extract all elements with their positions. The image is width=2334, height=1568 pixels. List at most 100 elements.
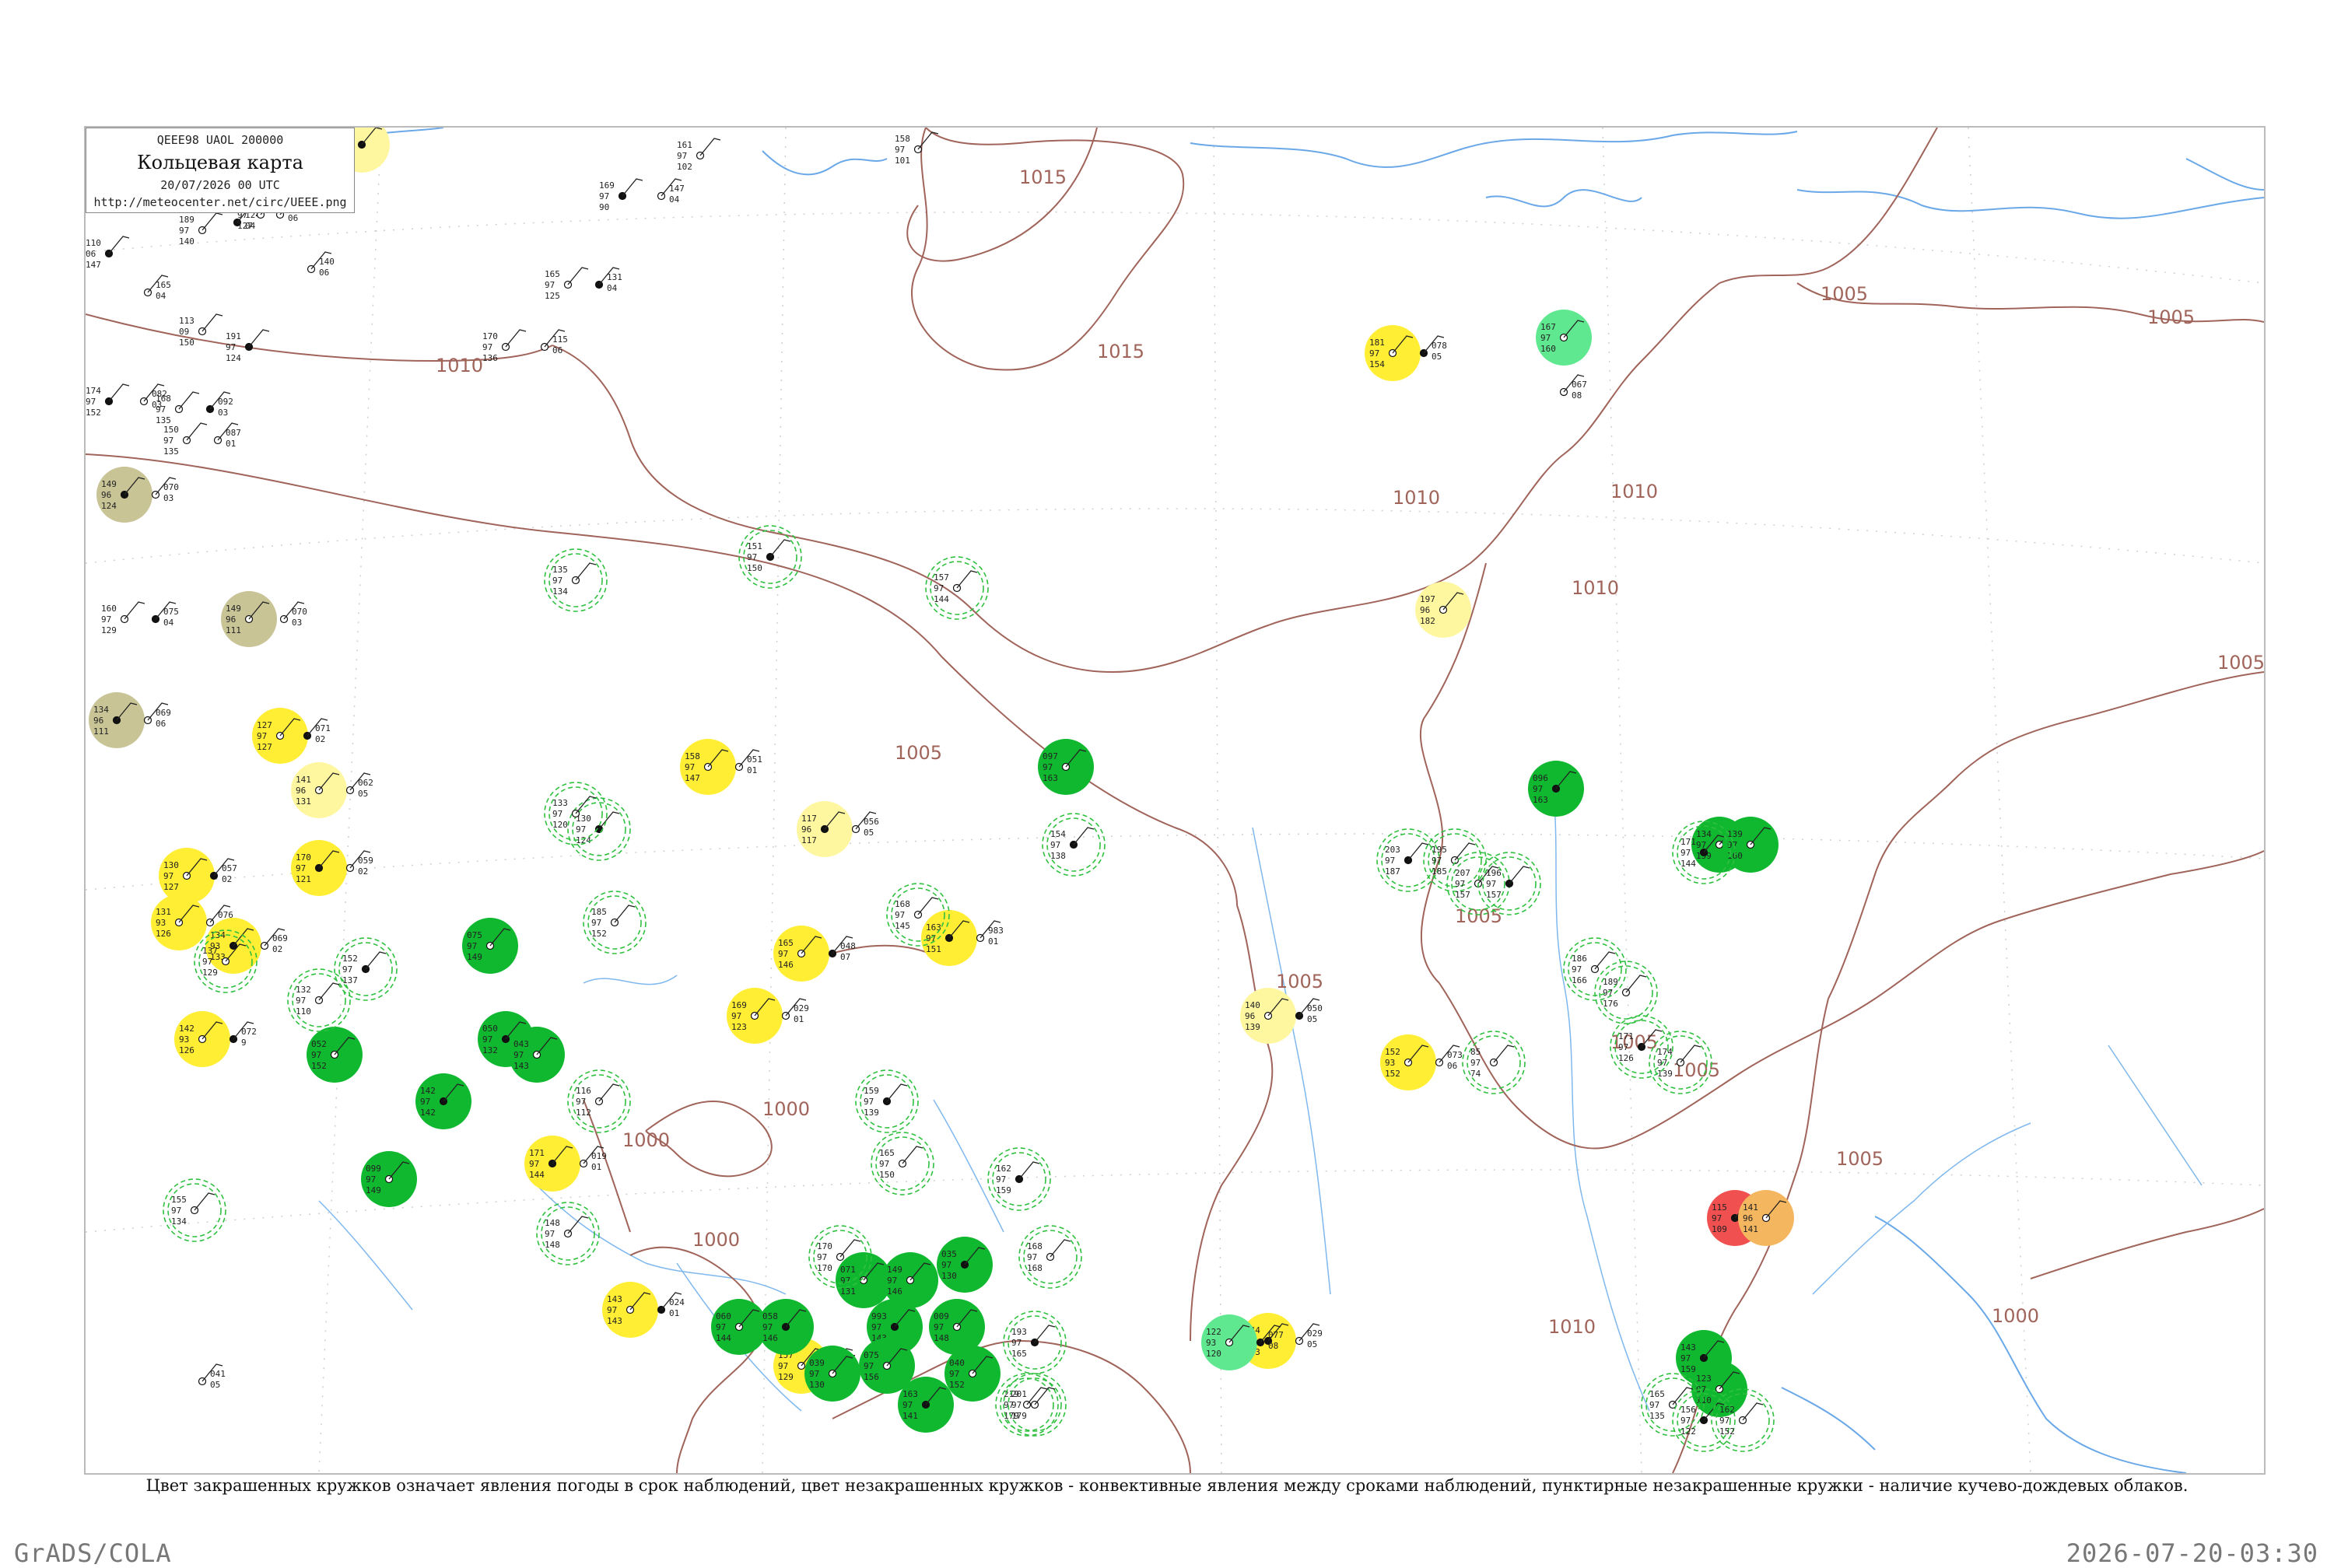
station-value: 01 [226, 439, 236, 449]
station-value: 170 [817, 1241, 832, 1251]
station-value: 03 [163, 493, 173, 503]
station-value: 01 [794, 1014, 804, 1024]
synoptic-map: 1015 1015 1010 1010 1010 1010 1005 1005 1005 1005… [86, 128, 2264, 1473]
station-value: 134 [1696, 829, 1712, 839]
station-plot: 05902 [345, 850, 373, 877]
station-value: 024 [669, 1297, 685, 1307]
station-value: 132 [296, 985, 311, 995]
station-value: 052 [311, 1039, 327, 1049]
station-value: 043 [513, 1039, 529, 1049]
station-value: 146 [778, 960, 794, 970]
station-plot-highlighted: 14196141 [1738, 1190, 1794, 1246]
station-value: 127 [163, 882, 179, 892]
station-value: 142 [420, 1086, 436, 1096]
station-value: 131 [296, 796, 311, 807]
station-plot-highlighted: 04097152 [944, 1346, 1001, 1402]
wind-barb-icon [248, 329, 270, 348]
station-value: 97 [599, 191, 609, 201]
station-value: 139 [864, 1108, 879, 1118]
station-value: 207 [1455, 868, 1470, 878]
station-value: 96 [226, 614, 236, 625]
station-value: 096 [1533, 773, 1548, 783]
station-value: 067 [1572, 380, 1587, 390]
station-plot: 06902 [260, 928, 288, 954]
station-value: 02 [358, 866, 368, 877]
station-value: 01 [988, 936, 998, 947]
station-value: 97 [1011, 1400, 1022, 1410]
wind-barb-icon [769, 539, 791, 558]
station-value: 029 [794, 1003, 809, 1013]
station-value: 97 [86, 397, 96, 407]
station-value: 142 [420, 1108, 436, 1118]
station-value: 97 [934, 1322, 944, 1332]
wind-barb-icon [108, 236, 130, 254]
station-value: 149 [887, 1265, 902, 1275]
station-value: 050 [482, 1024, 498, 1034]
station-value: 97 [677, 151, 687, 161]
station-plot: 08701 [213, 422, 241, 449]
station-value: 149 [467, 952, 482, 962]
station-value: 137 [342, 975, 358, 985]
station-value: 070 [163, 482, 179, 492]
isobar-label: 1005 [1821, 283, 1868, 305]
station-plot-highlighted: 13193126 [151, 894, 207, 950]
station-value: 85 [1470, 1047, 1481, 1057]
station-value: 099 [366, 1164, 381, 1174]
station-value: 133 [552, 798, 568, 808]
isobar-label: 1005 [1455, 905, 1502, 927]
station-value: 97 [576, 824, 586, 835]
station-value: 06 [552, 345, 562, 355]
station-plot: 05101 [734, 749, 762, 775]
station-value: 97 [552, 576, 562, 586]
station-value: 97 [895, 145, 905, 155]
station-plot-highlighted: 09997149 [361, 1151, 417, 1207]
station-plot-highlighted: 12293120 [1201, 1314, 1257, 1370]
station-value: 201 [1011, 1389, 1027, 1399]
station-value: 05 [1432, 352, 1442, 362]
station-value: 02 [272, 944, 282, 954]
station-value: 152 [1385, 1069, 1400, 1079]
station-value: 141 [296, 775, 311, 785]
station-plot-highlighted: 03597130 [937, 1237, 993, 1293]
wind-barb-icon [365, 951, 387, 970]
wind-barb-icon [1493, 1045, 1515, 1063]
station-value: 151 [747, 541, 762, 551]
station-value: 170 [482, 331, 498, 341]
station-value: 97 [716, 1322, 726, 1332]
station-value: 009 [934, 1311, 949, 1321]
station-value: 97 [1540, 333, 1551, 343]
station-value: 062 [358, 778, 373, 788]
station-value: 97 [864, 1097, 874, 1107]
station-value: 97 [257, 731, 267, 741]
station-value: 97 [591, 918, 601, 928]
station-value: 97 [1680, 1416, 1691, 1426]
station-value: 97 [778, 1361, 788, 1371]
station-plot-highlighted: 07597149 [462, 918, 518, 974]
station-value: 077 [1268, 1330, 1284, 1340]
map-title: Кольцевая карта [137, 152, 303, 173]
station-value: 123 [1696, 1374, 1712, 1384]
station-value: 069 [156, 708, 171, 718]
station-plot-cumulonimbus: 14897148 [536, 1202, 600, 1265]
station-value: 96 [1245, 1011, 1255, 1021]
station-value: 144 [1680, 859, 1696, 869]
station-plot: 14704 [657, 178, 685, 205]
station-plot: 07306 [1435, 1045, 1463, 1071]
station-plot: 05702 [209, 858, 237, 884]
station-value: 134 [171, 1216, 187, 1227]
station-value: 191 [226, 331, 241, 341]
station-value: 165 [879, 1148, 895, 1158]
station-value: 97 [1657, 1058, 1667, 1068]
station-value: 97 [1385, 856, 1395, 866]
station-value: 07 [840, 952, 850, 962]
station-plot-highlighted: 16597146 [773, 926, 829, 982]
station-plot: 09203 [205, 391, 233, 418]
station-value: 145 [895, 921, 910, 931]
station-plot-highlighted: 17097121 [291, 840, 347, 896]
station-value: 97 [1712, 1213, 1722, 1223]
station-value: 110 [86, 238, 101, 248]
station-value: 152 [86, 408, 101, 418]
station-value: 06 [86, 249, 96, 259]
station-value: 187 [1385, 866, 1400, 877]
station-plot-highlighted: 13097127 [159, 848, 215, 904]
